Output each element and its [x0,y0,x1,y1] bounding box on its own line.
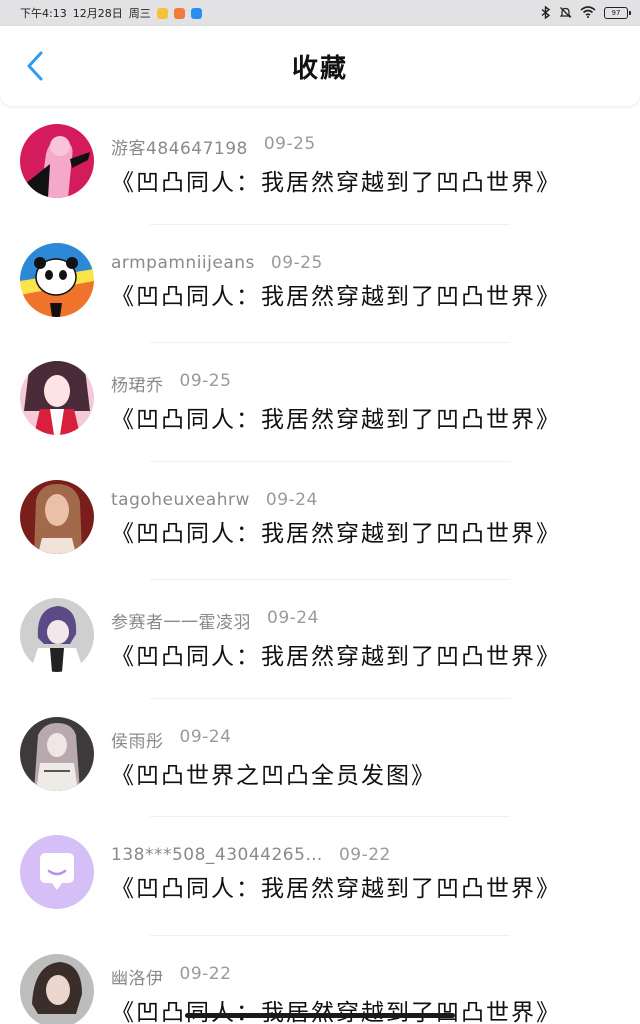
favorite-item[interactable]: tagoheuxeahrw 09-24 《凹凸同人：我居然穿越到了凹凸世界》 [0,462,640,580]
status-date: 12月28日 [72,7,123,20]
notification-app-icon [156,7,168,19]
avatar[interactable] [20,716,94,791]
battery-level: 97 [611,9,621,17]
status-time: 下午4:13 [20,7,67,20]
wifi-icon [580,6,596,20]
favorite-item[interactable]: armpamniijeans 09-25 《凹凸同人：我居然穿越到了凹凸世界》 [0,225,640,343]
favorite-date: 09-25 [179,371,232,391]
avatar[interactable] [20,124,94,198]
favorite-title[interactable]: 《凹凸同人：我居然穿越到了凹凸世界》 [111,869,561,903]
battery-icon: 97 [604,7,631,19]
avatar[interactable] [20,598,94,672]
page-title: 收藏 [291,53,348,84]
favorite-title[interactable]: 《凹凸同人：我居然穿越到了凹凸世界》 [111,637,561,671]
avatar[interactable] [20,479,94,554]
page-header: 收藏 [0,26,640,106]
username[interactable]: 杨珺乔 [111,371,164,396]
chevron-left-icon [27,51,43,81]
back-button[interactable] [18,46,52,86]
favorite-item[interactable]: 杨珺乔 09-25 《凹凸同人：我居然穿越到了凹凸世界》 [0,343,640,462]
status-weekday: 周三 [128,7,151,20]
favorite-title[interactable]: 《凹凸同人：我居然穿越到了凹凸世界》 [111,400,561,434]
username[interactable]: 138***508_43044265… [111,845,323,865]
favorite-date: 09-24 [179,726,232,747]
username[interactable]: 参赛者一一霍凌羽 [111,608,251,633]
favorite-item[interactable]: 游客484647198 09-25 《凹凸同人：我居然穿越到了凹凸世界》 [0,106,640,225]
favorite-item[interactable]: 幽洛伊 09-22 《凹凸同人：我居然穿越到了凹凸世界》 [0,936,640,1024]
favorite-date: 09-24 [265,489,318,510]
favorite-item[interactable]: 参赛者一一霍凌羽 09-24 《凹凸同人：我居然穿越到了凹凸世界》 [0,580,640,699]
username[interactable]: armpamniijeans [111,253,255,273]
avatar[interactable] [20,242,94,317]
avatar[interactable] [20,953,94,1024]
notification-app-icon [190,7,202,19]
avatar[interactable] [20,835,94,909]
favorite-date: 09-22 [179,963,232,984]
home-indicator[interactable] [185,1013,455,1018]
favorite-date: 09-25 [263,134,316,154]
chat-bubble-icon [20,835,94,909]
avatar[interactable] [20,361,94,435]
username[interactable]: tagoheuxeahrw [111,490,250,510]
favorite-title[interactable]: 《凹凸同人：我居然穿越到了凹凸世界》 [111,163,561,197]
bluetooth-icon [541,5,551,21]
favorites-list: 游客484647198 09-25 《凹凸同人：我居然穿越到了凹凸世界》 armp… [0,106,640,1024]
username[interactable]: 游客484647198 [111,134,248,159]
favorite-date: 09-25 [270,252,323,273]
favorite-item[interactable]: 侯雨彤 09-24 《凹凸世界之凹凸全员发图》 [0,699,640,817]
mute-bell-icon [559,6,572,21]
username[interactable]: 幽洛伊 [111,964,164,989]
notification-app-icon [173,7,185,19]
favorite-title[interactable]: 《凹凸同人：我居然穿越到了凹凸世界》 [111,514,561,548]
favorite-title[interactable]: 《凹凸同人：我居然穿越到了凹凸世界》 [111,277,561,311]
favorite-item[interactable]: 138***508_43044265… 09-22 《凹凸同人：我居然穿越到了凹凸… [0,817,640,936]
username[interactable]: 侯雨彤 [111,727,164,752]
status-bar: 下午4:13 12月28日 周三 97 [0,0,640,26]
favorite-date: 09-22 [338,845,391,865]
favorite-title[interactable]: 《凹凸同人：我居然穿越到了凹凸世界》 [111,993,561,1024]
favorite-title[interactable]: 《凹凸世界之凹凸全员发图》 [111,756,436,790]
favorite-date: 09-24 [267,608,319,628]
